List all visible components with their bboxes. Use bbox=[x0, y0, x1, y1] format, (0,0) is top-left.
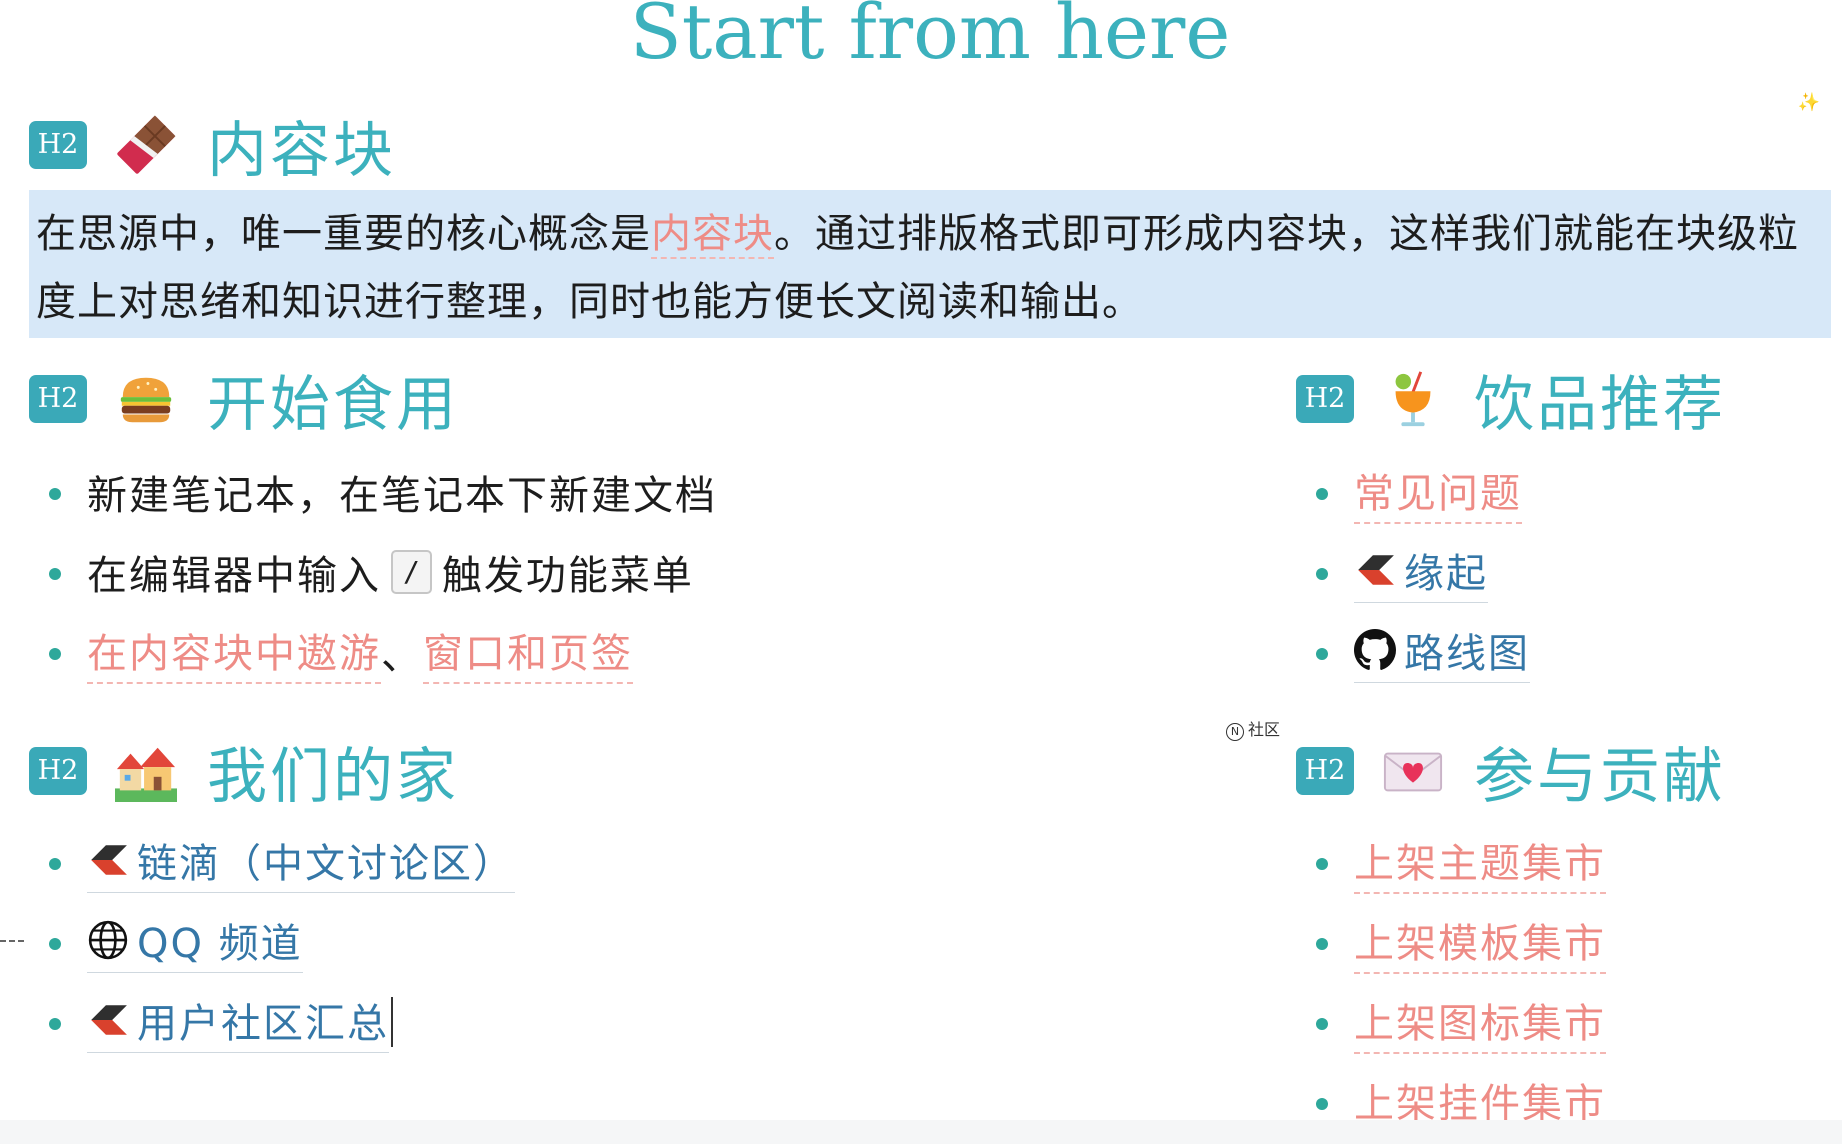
heading-contribute[interactable]: H2 参与贡献 bbox=[1296, 736, 1726, 812]
bullet-dot bbox=[1316, 858, 1328, 870]
bullet-dot bbox=[1316, 648, 1328, 660]
siyuan-logo-icon bbox=[1358, 555, 1394, 585]
contribute-list: 上架主题集市 上架模板集市 上架图标集市 上架挂件集市 bbox=[1296, 822, 1606, 1142]
list-item[interactable]: 在内容块中遨游、窗口和页签 bbox=[29, 612, 717, 692]
h2-badge: H2 bbox=[29, 121, 87, 169]
block-ref-faq[interactable]: 常见问题 bbox=[1354, 461, 1522, 524]
h2-badge: H2 bbox=[29, 375, 87, 423]
block-ref-template-bazaar[interactable]: 上架模板集市 bbox=[1354, 911, 1606, 974]
page-title: Start from here bbox=[629, 0, 1231, 76]
block-ref-icon-bazaar[interactable]: 上架图标集市 bbox=[1354, 991, 1606, 1054]
block-ref-theme-bazaar[interactable]: 上架主题集市 bbox=[1354, 831, 1606, 894]
list-item[interactable]: 路线图 bbox=[1296, 612, 1530, 692]
n-badge: N bbox=[1226, 723, 1244, 741]
block-ref-windows-tabs[interactable]: 窗口和页签 bbox=[423, 621, 633, 684]
list-item-text: 触发功能菜单 bbox=[441, 553, 694, 599]
heading-text: 饮品推荐 bbox=[1474, 369, 1726, 440]
list-item[interactable]: 用户社区汇总 bbox=[29, 982, 515, 1062]
bullet-dot bbox=[49, 1018, 61, 1030]
separator-text: 、 bbox=[381, 633, 423, 679]
home-list: 链滴（中文讨论区） QQ 频道 用户社区汇总 bbox=[29, 822, 515, 1062]
heading-text: 内容块 bbox=[207, 115, 396, 186]
heading-text: 参与贡献 bbox=[1474, 741, 1726, 812]
bottom-bar bbox=[0, 1120, 1842, 1144]
link-qq-channel[interactable]: QQ 频道 bbox=[87, 911, 303, 973]
list-item-text: 在编辑器中输入 bbox=[87, 553, 381, 599]
h2-badge: H2 bbox=[1296, 375, 1354, 423]
block-ref-explore[interactable]: 在内容块中遨游 bbox=[87, 621, 381, 684]
link-origin[interactable]: 缘起 bbox=[1354, 541, 1488, 603]
chocolate-bar-icon bbox=[113, 112, 179, 178]
github-icon bbox=[1354, 629, 1396, 670]
h2-badge: H2 bbox=[1296, 747, 1354, 795]
bullet-dot bbox=[49, 488, 61, 500]
link-text: 缘起 bbox=[1404, 551, 1488, 597]
link-text: 用户社区汇总 bbox=[137, 1001, 389, 1047]
bullet-dot bbox=[49, 858, 61, 870]
block-ref-content-block[interactable]: 内容块 bbox=[651, 211, 774, 259]
bullet-dot bbox=[49, 568, 61, 580]
hamburger-icon bbox=[113, 366, 179, 432]
link-text: QQ 频道 bbox=[137, 921, 303, 967]
bullet-dot bbox=[49, 938, 61, 950]
bullet-dot bbox=[1316, 1098, 1328, 1110]
drinks-list: 常见问题 缘起 路线图 bbox=[1296, 452, 1530, 692]
heading-getting-started[interactable]: H2 开始食用 bbox=[29, 364, 459, 440]
list-item[interactable]: 在编辑器中输入 / 触发功能菜单 bbox=[29, 532, 717, 612]
bullet-dot bbox=[1316, 488, 1328, 500]
list-item[interactable]: 常见问题 bbox=[1296, 452, 1530, 532]
sparkles-icon: ✨ bbox=[1797, 92, 1820, 113]
houses-icon bbox=[113, 738, 179, 804]
globe-icon bbox=[88, 920, 128, 960]
list-item[interactable]: 上架模板集市 bbox=[1296, 902, 1606, 982]
heading-text: 我们的家 bbox=[207, 741, 459, 812]
bullet-dot bbox=[1316, 938, 1328, 950]
tag-community[interactable]: N 社区 bbox=[1226, 716, 1280, 741]
heading-home[interactable]: H2 我们的家 bbox=[29, 736, 459, 812]
love-letter-icon bbox=[1380, 738, 1446, 804]
tropical-drink-icon bbox=[1380, 366, 1446, 432]
link-roadmap[interactable]: 路线图 bbox=[1354, 621, 1530, 683]
callout-block[interactable]: 在思源中，唯一重要的核心概念是内容块。通过排版格式即可形成内容块，这样我们就能在… bbox=[29, 190, 1831, 338]
inline-code-slash: / bbox=[391, 550, 432, 594]
list-item-text: 新建笔记本，在笔记本下新建文档 bbox=[87, 473, 717, 519]
siyuan-logo-icon bbox=[91, 1005, 127, 1035]
siyuan-logo-icon bbox=[91, 845, 127, 875]
getting-started-list: 新建笔记本，在笔记本下新建文档 在编辑器中输入 / 触发功能菜单 在内容块中遨游、窗… bbox=[29, 452, 717, 692]
callout-text-part1: 在思源中，唯一重要的核心概念是 bbox=[36, 211, 651, 257]
h2-badge: H2 bbox=[29, 747, 87, 795]
tag-text: 社区 bbox=[1248, 720, 1281, 739]
bullet-dot bbox=[1316, 568, 1328, 580]
bullet-dot bbox=[49, 648, 61, 660]
list-item[interactable]: 上架主题集市 bbox=[1296, 822, 1606, 902]
heading-content-block[interactable]: H2 内容块 bbox=[29, 110, 396, 186]
list-item[interactable]: 缘起 bbox=[1296, 532, 1530, 612]
link-text: 链滴（中文讨论区） bbox=[137, 841, 515, 887]
heading-text: 开始食用 bbox=[207, 369, 459, 440]
heading-drinks[interactable]: H2 饮品推荐 bbox=[1296, 364, 1726, 440]
text-cursor bbox=[391, 997, 393, 1047]
gutter-marker bbox=[0, 940, 24, 944]
link-ld246[interactable]: 链滴（中文讨论区） bbox=[87, 831, 515, 893]
link-community[interactable]: 用户社区汇总 bbox=[87, 991, 389, 1053]
bullet-dot bbox=[1316, 1018, 1328, 1030]
link-text: 路线图 bbox=[1404, 631, 1530, 677]
list-item[interactable]: 链滴（中文讨论区） bbox=[29, 822, 515, 902]
list-item[interactable]: 上架图标集市 bbox=[1296, 982, 1606, 1062]
list-item[interactable]: 新建笔记本，在笔记本下新建文档 bbox=[29, 452, 717, 532]
list-item[interactable]: QQ 频道 bbox=[29, 902, 515, 982]
